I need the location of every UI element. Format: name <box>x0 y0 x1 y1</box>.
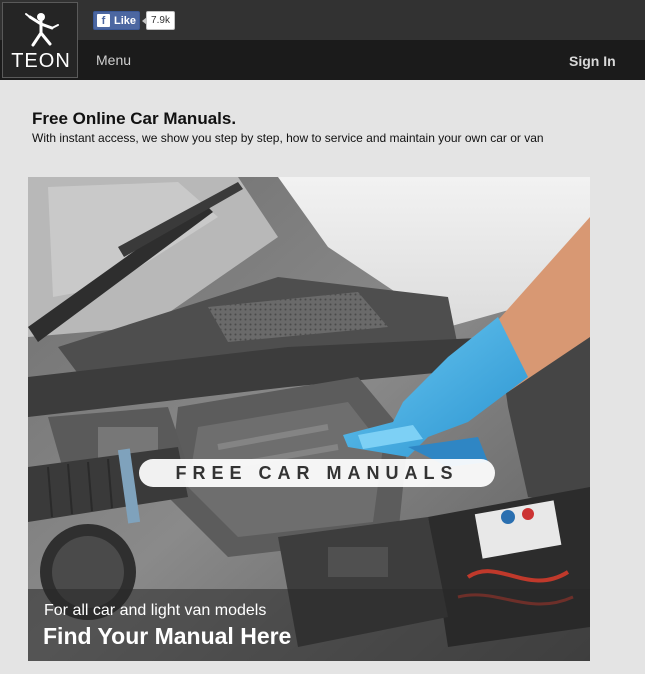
like-label: Like <box>114 14 137 27</box>
hero-banner[interactable]: FREE CAR MANUALS For all car and light v… <box>28 177 590 661</box>
page-subtitle: With instant access, we show you step by… <box>32 131 544 145</box>
page-title: Free Online Car Manuals. <box>32 109 237 128</box>
brand-name: TEON <box>11 50 71 72</box>
teon-logo[interactable]: TEON <box>2 2 78 78</box>
caption-subtitle: For all car and light van models <box>44 602 267 619</box>
mechanic-figure-icon <box>25 13 59 47</box>
facebook-like-button[interactable]: f Like <box>93 11 140 30</box>
like-count: 7.9k <box>142 11 175 30</box>
free-car-manuals-banner: FREE CAR MANUALS <box>139 459 495 487</box>
menu-link[interactable]: Menu <box>96 52 131 68</box>
find-manual-link[interactable]: Find Your Manual Here <box>43 623 291 650</box>
facebook-f-icon: f <box>97 14 110 27</box>
sign-in-link[interactable]: Sign In <box>569 53 616 69</box>
